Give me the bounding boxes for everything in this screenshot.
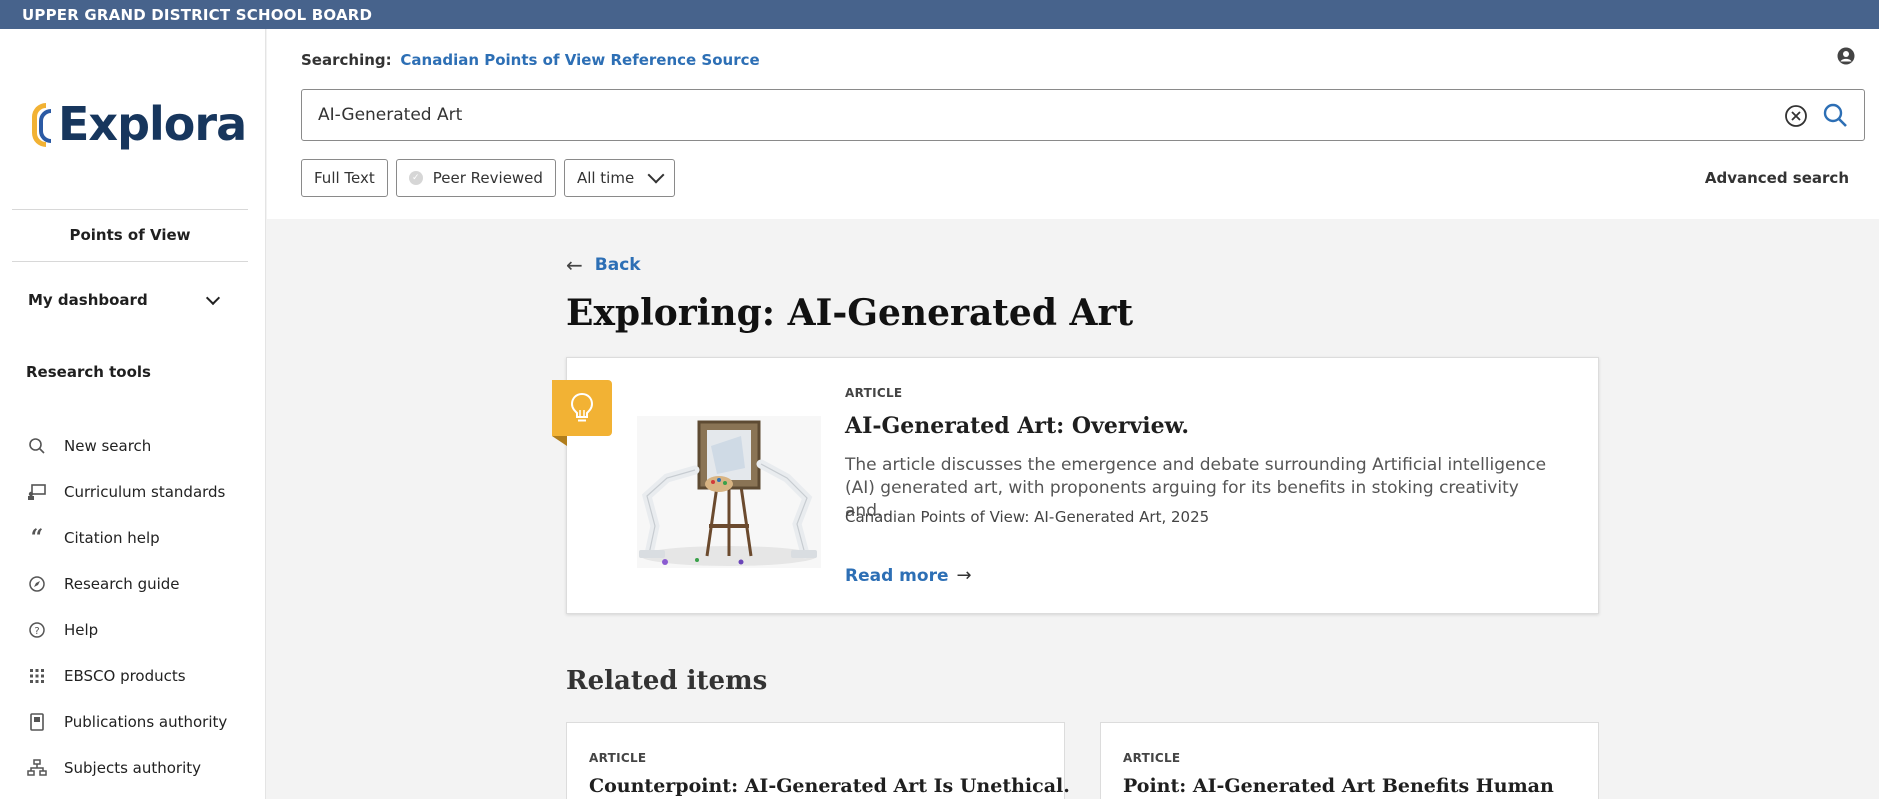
related-item-title[interactable]: Point: AI-Generated Art Benefits Human (1123, 775, 1554, 797)
sidebar-item-label: New search (64, 437, 152, 455)
user-account-icon[interactable] (1837, 47, 1855, 65)
page-title: Exploring: AI-Generated Art (566, 292, 1134, 334)
sidebar-item-label: Research guide (64, 575, 180, 593)
sidebar-item-subjects-authority[interactable]: Subjects authority (24, 745, 227, 791)
logo-mark-icon (32, 99, 58, 149)
read-more-label: Read more (845, 565, 949, 586)
my-dashboard-label: My dashboard (28, 291, 148, 309)
sidebar-item-curriculum-standards[interactable]: Curriculum standards (24, 469, 227, 515)
content-type-label: ARTICLE (589, 751, 647, 765)
chevron-down-icon (647, 166, 665, 184)
search-input[interactable]: AI-Generated Art (301, 89, 1865, 141)
book-icon (24, 712, 50, 732)
related-item-card[interactable]: ARTICLE Point: AI-Generated Art Benefits… (1100, 722, 1599, 799)
advanced-search-link[interactable]: Advanced search (1705, 169, 1849, 187)
sidebar-item-label: EBSCO products (64, 667, 186, 685)
related-item-title[interactable]: Counterpoint: AI-Generated Art Is Unethi… (589, 775, 1070, 797)
back-link[interactable]: ← Back (566, 253, 641, 277)
chevron-down-icon (205, 290, 221, 305)
research-tools-heading: Research tools (26, 363, 151, 381)
featured-article-card[interactable]: ARTICLE AI-Generated Art: Overview. The … (552, 357, 1599, 614)
content-type-label: ARTICLE (845, 386, 903, 400)
arrow-left-icon: ← (566, 253, 583, 277)
grid-icon (24, 666, 50, 686)
institution-bar: UPPER GRAND DISTRICT SCHOOL BOARD (0, 0, 1879, 29)
time-range-select[interactable]: All time (563, 159, 676, 197)
sidebar-item-ebsco-products[interactable]: EBSCO products (24, 653, 227, 699)
sidebar-item-label: Publications authority (64, 713, 228, 731)
full-text-label: Full Text (314, 169, 375, 187)
content-type-label: ARTICLE (1123, 751, 1181, 765)
search-icon (24, 436, 50, 456)
search-input-value: AI-Generated Art (318, 105, 463, 125)
compass-icon (24, 574, 50, 594)
search-header: Searching: Canadian Points of View Refer… (267, 29, 1879, 219)
read-more-link[interactable]: Read more → (845, 565, 972, 586)
my-dashboard-toggle[interactable]: My dashboard (28, 290, 224, 309)
back-label: Back (594, 255, 641, 275)
explora-logo[interactable]: Explora (32, 97, 247, 151)
logo-text: Explora (58, 97, 247, 151)
svg-text:?: ? (34, 626, 39, 637)
peer-reviewed-label: Peer Reviewed (432, 169, 543, 187)
curriculum-icon (24, 482, 50, 502)
featured-article-source: Canadian Points of View: AI-Generated Ar… (845, 508, 1210, 526)
check-icon: ✓ (408, 171, 423, 185)
sidebar-item-label: Subjects authority (64, 759, 202, 777)
sidebar-section-label[interactable]: Points of View (0, 226, 260, 244)
searching-label: Searching: (301, 51, 392, 69)
time-range-value: All time (576, 169, 635, 187)
research-tools-list: New search Curriculum standards “ Citati… (24, 423, 227, 791)
divider (12, 209, 248, 210)
searching-source-link[interactable]: Canadian Points of View Reference Source (400, 51, 759, 69)
robot-painting-image (637, 416, 821, 568)
lightbulb-icon (552, 380, 612, 436)
sidebar-item-help[interactable]: ? Help (24, 607, 227, 653)
peer-reviewed-filter[interactable]: ✓ Peer Reviewed (395, 159, 556, 197)
quote-icon: “ (30, 525, 44, 551)
clear-search-icon[interactable] (1784, 104, 1808, 128)
help-icon: ? (24, 620, 50, 640)
arrow-right-icon: → (956, 565, 972, 586)
full-text-filter[interactable]: Full Text (301, 159, 388, 197)
sidebar-item-label: Citation help (64, 529, 160, 547)
sidebar-item-research-guide[interactable]: Research guide (24, 561, 227, 607)
related-items-heading: Related items (566, 666, 768, 696)
divider (12, 261, 248, 262)
sidebar-item-label: Curriculum standards (64, 483, 226, 501)
search-submit-icon[interactable] (1822, 102, 1848, 128)
search-filters: Full Text ✓ Peer Reviewed All time (301, 159, 676, 197)
featured-article-title[interactable]: AI-Generated Art: Overview. (845, 413, 1189, 439)
tab-fold (552, 436, 567, 446)
searching-indicator: Searching: Canadian Points of View Refer… (301, 51, 760, 69)
sidebar: Explora Points of View My dashboard Rese… (0, 29, 266, 799)
sidebar-item-citation-help[interactable]: “ Citation help (24, 515, 227, 561)
hierarchy-icon (24, 758, 50, 778)
sidebar-item-label: Help (64, 621, 99, 639)
sidebar-item-new-search[interactable]: New search (24, 423, 227, 469)
sidebar-item-publications-authority[interactable]: Publications authority (24, 699, 227, 745)
institution-name: UPPER GRAND DISTRICT SCHOOL BOARD (22, 6, 373, 24)
related-item-card[interactable]: ARTICLE Counterpoint: AI-Generated Art I… (566, 722, 1070, 799)
